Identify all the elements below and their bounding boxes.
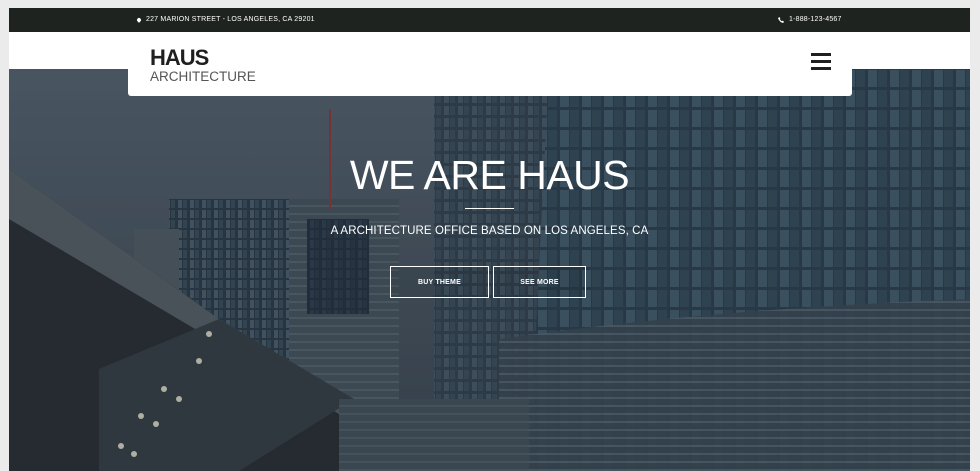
site-logo[interactable]: HAUS ARCHITECTURE <box>150 45 256 85</box>
logo-title: HAUS <box>150 45 209 70</box>
menu-line <box>811 60 831 63</box>
see-more-button[interactable]: SEE MORE <box>493 266 586 298</box>
hamburger-menu-icon[interactable] <box>811 53 831 71</box>
page-frame: 227 MARION STREET - LOS ANGELES, CA 2920… <box>9 8 970 471</box>
phone-block[interactable]: 1-888-123-4567 <box>778 16 842 23</box>
hero-divider <box>465 208 514 209</box>
menu-line <box>811 53 831 56</box>
phone-number[interactable]: 1-888-123-4567 <box>789 16 842 23</box>
buy-theme-button[interactable]: BUY THEME <box>390 266 489 298</box>
map-pin-icon <box>136 16 142 23</box>
address-text: 227 MARION STREET - LOS ANGELES, CA 2920… <box>146 16 315 23</box>
logo-subtitle: ARCHITECTURE <box>150 69 256 84</box>
phone-icon <box>778 16 784 23</box>
hero-title: WE ARE HAUS <box>349 152 630 198</box>
hero-content: WE ARE HAUS A ARCHITECTURE OFFICE BASED … <box>9 69 970 471</box>
top-info-bar: 227 MARION STREET - LOS ANGELES, CA 2920… <box>9 8 970 32</box>
header-card: HAUS ARCHITECTURE <box>128 32 852 96</box>
hero-section: WE ARE HAUS A ARCHITECTURE OFFICE BASED … <box>9 69 970 471</box>
hero-subtitle: A ARCHITECTURE OFFICE BASED ON LOS ANGEL… <box>330 225 649 237</box>
address-block: 227 MARION STREET - LOS ANGELES, CA 2920… <box>136 16 315 23</box>
menu-line <box>811 67 831 70</box>
